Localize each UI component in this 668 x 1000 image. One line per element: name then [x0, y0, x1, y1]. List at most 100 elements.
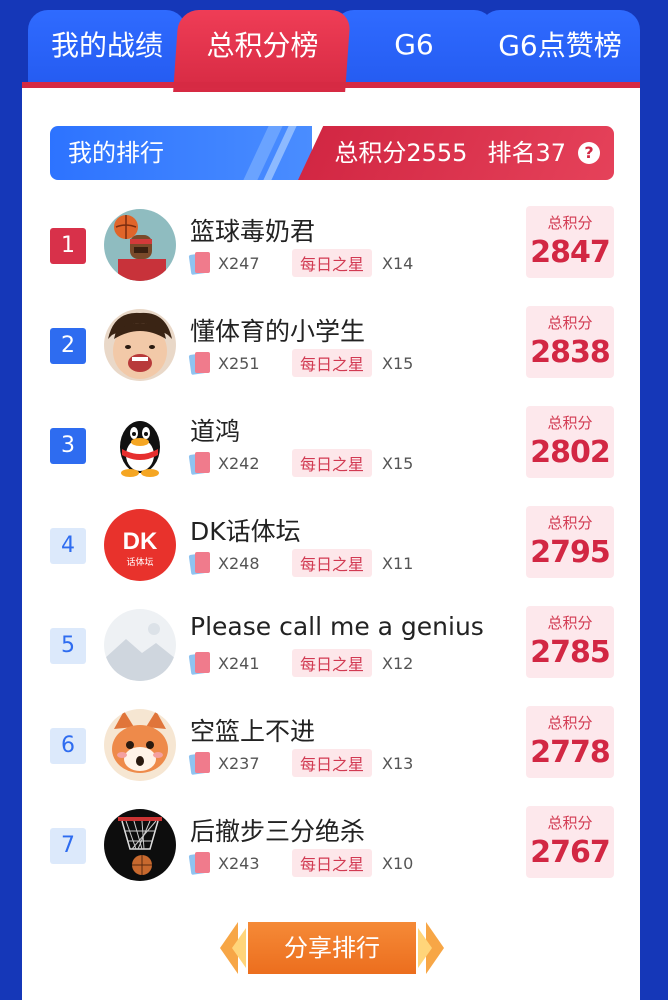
daily-star-tag: 每日之星 — [292, 749, 373, 777]
user-name: 篮球毒奶君 — [190, 217, 316, 246]
score-value: 2767 — [530, 835, 611, 870]
card-icon — [188, 351, 212, 375]
daily-star-tag: 每日之星 — [292, 849, 373, 877]
leaderboard-row[interactable]: 6 空篮上不进 X237 每日之星 X13 总积分 2778 — [22, 706, 640, 806]
tab-my-record[interactable]: 我的战绩 — [28, 10, 186, 92]
avatar[interactable] — [104, 809, 176, 881]
chevron-right-icon — [418, 928, 432, 968]
score-value: 2795 — [530, 535, 611, 570]
tab-my-record-label: 我的战绩 — [50, 29, 163, 62]
score-label: 总积分 — [547, 314, 593, 332]
score-box: 总积分 2785 — [526, 606, 614, 678]
rank-badge: 5 — [50, 628, 86, 664]
rank-badge: 1 — [50, 228, 86, 264]
share-ranking: 分享排行 — [220, 922, 444, 974]
leaderboard-row[interactable]: 2 懂体育的小学生 X251 每日之星 X15 总积分 2838 — [22, 306, 640, 406]
avatar[interactable]: DK 话体坛 — [104, 509, 176, 581]
tab-g6-likes[interactable]: G6点赞榜 — [480, 10, 640, 92]
score-value: 2838 — [530, 335, 611, 370]
score-box: 总积分 2778 — [526, 706, 614, 778]
leaderboard-panel: 我的排行 总积分2555 排名37 ? 1 篮球毒奶君 X247 每日之星 X14 — [22, 88, 640, 1000]
score-label: 总积分 — [547, 814, 593, 832]
user-stats: X242 每日之星 X15 — [188, 449, 414, 477]
tab-g6-label: G6 — [394, 27, 434, 61]
score-value: 2847 — [530, 235, 611, 270]
rank-badge: 3 — [50, 428, 86, 464]
card-icon — [188, 551, 212, 575]
tab-bar: 我的战绩 G6 G6点赞榜 总积分榜 — [28, 10, 640, 92]
help-icon[interactable]: ? — [578, 142, 600, 164]
avatar-logo-subtext: 话体坛 — [126, 556, 153, 568]
my-rank-score: 总积分2555 排名37 — [334, 126, 566, 180]
score-box: 总积分 2767 — [526, 806, 614, 878]
tab-g6[interactable]: G6 — [334, 10, 494, 92]
card-count: X243 — [218, 853, 260, 873]
avatar[interactable] — [104, 209, 176, 281]
user-stats: X241 每日之星 X12 — [188, 649, 413, 677]
score-label: 总积分 — [547, 514, 593, 532]
card-count: X237 — [218, 753, 260, 773]
score-label: 总积分 — [547, 214, 593, 232]
score-value: 2785 — [530, 635, 611, 670]
avatar[interactable] — [104, 609, 176, 681]
score-label: 总积分 — [547, 414, 593, 432]
leaderboard-row[interactable]: 4 DK 话体坛 DK话体坛 X248 每日之星 X11 总积分 2795 — [22, 506, 640, 606]
card-count: X241 — [218, 653, 260, 673]
card-icon — [188, 451, 212, 475]
user-name: 空篮上不进 — [190, 717, 316, 746]
daily-star-tag: 每日之星 — [292, 349, 373, 377]
my-total-points: 总积分2555 — [334, 139, 468, 167]
card-icon — [188, 751, 212, 775]
user-name: 后撤步三分绝杀 — [190, 817, 366, 846]
my-rank-position: 排名37 — [487, 139, 566, 167]
card-count: X242 — [218, 453, 260, 473]
score-box: 总积分 2802 — [526, 406, 614, 478]
share-ranking-button[interactable]: 分享排行 — [248, 922, 416, 974]
card-count: X248 — [218, 553, 260, 573]
user-name: DK话体坛 — [190, 517, 301, 546]
avatar[interactable] — [104, 309, 176, 381]
rank-badge: 6 — [50, 728, 86, 764]
daily-star-count: X15 — [382, 353, 414, 373]
my-rank-label: 我的排行 — [68, 139, 164, 167]
tab-total-points-label: 总积分榜 — [206, 29, 319, 62]
daily-star-tag: 每日之星 — [292, 549, 373, 577]
tab-total-points[interactable]: 总积分榜 — [173, 10, 351, 92]
card-icon — [188, 651, 212, 675]
daily-star-tag: 每日之星 — [292, 649, 373, 677]
leaderboard-row[interactable]: 1 篮球毒奶君 X247 每日之星 X14 总积分 2847 — [22, 206, 640, 306]
my-rank-banner: 我的排行 总积分2555 排名37 ? — [50, 126, 614, 180]
avatar[interactable] — [104, 709, 176, 781]
score-box: 总积分 2838 — [526, 306, 614, 378]
user-stats: X251 每日之星 X15 — [188, 349, 414, 377]
card-count: X247 — [218, 253, 260, 273]
leaderboard-row[interactable]: 7 后撤步三分绝杀 X243 每日之星 X10 总积分 2767 — [22, 806, 640, 906]
user-stats: X248 每日之星 X11 — [188, 549, 414, 577]
rank-badge: 2 — [50, 328, 86, 364]
leaderboard-row[interactable]: 3 道鸿 X242 每日之星 X15 总积分 2802 — [22, 406, 640, 506]
user-stats: X237 每日之星 X13 — [188, 749, 414, 777]
daily-star-count: X11 — [382, 553, 414, 573]
daily-star-count: X10 — [382, 853, 414, 873]
rank-badge: 7 — [50, 828, 86, 864]
avatar[interactable] — [104, 409, 176, 481]
card-icon — [188, 851, 212, 875]
daily-star-count: X15 — [382, 453, 414, 473]
user-name: Please call me a genius — [190, 612, 484, 641]
avatar-logo-text: DK — [123, 528, 158, 555]
user-stats: X243 每日之星 X10 — [188, 849, 414, 877]
daily-star-count: X13 — [382, 753, 414, 773]
leaderboard-row[interactable]: 5 Please call me a genius X241 每日之星 X12 … — [22, 606, 640, 706]
daily-star-tag: 每日之星 — [292, 249, 373, 277]
card-icon — [188, 251, 212, 275]
user-stats: X247 每日之星 X14 — [188, 249, 414, 277]
score-value: 2802 — [530, 435, 611, 470]
rank-badge: 4 — [50, 528, 86, 564]
daily-star-tag: 每日之星 — [292, 449, 373, 477]
score-box: 总积分 2795 — [526, 506, 614, 578]
daily-star-count: X14 — [382, 253, 414, 273]
chevron-left-icon — [232, 928, 246, 968]
score-box: 总积分 2847 — [526, 206, 614, 278]
score-label: 总积分 — [547, 714, 593, 732]
card-count: X251 — [218, 353, 260, 373]
